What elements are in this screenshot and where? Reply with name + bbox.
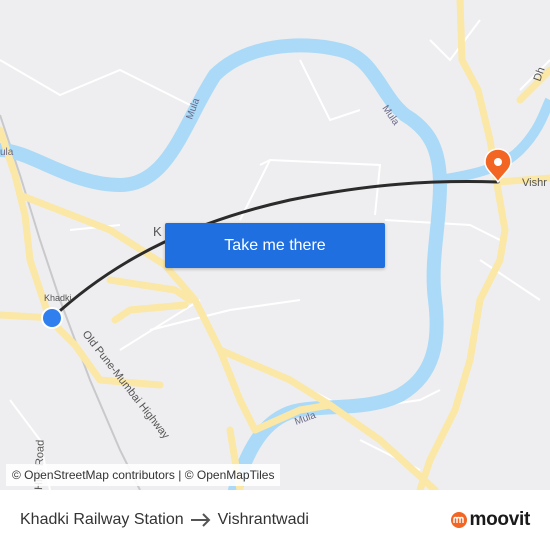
- map-view[interactable]: ula Mula Mula Mula Khadki K Old Pune-Mum…: [0, 0, 550, 490]
- map-attribution: © OpenStreetMap contributors | © OpenMap…: [6, 464, 281, 486]
- minor-road: [429, 19, 481, 62]
- footer-bar: Khadki Railway Station Vishrantwadi moov…: [0, 490, 550, 550]
- origin-name: Khadki Railway Station: [20, 511, 184, 528]
- route-summary: Khadki Railway Station Vishrantwadi: [20, 490, 309, 550]
- brand-name: moovit: [469, 509, 531, 530]
- river-label: ula: [0, 147, 14, 158]
- moovit-brand[interactable]: moovit: [450, 490, 530, 550]
- take-me-there-button[interactable]: Take me there: [165, 223, 385, 268]
- destination-pin-icon[interactable]: [484, 148, 512, 184]
- place-label: K: [153, 224, 162, 239]
- arrow-right-icon: [190, 513, 212, 527]
- attribution-separator: |: [174, 468, 185, 482]
- place-label: Khadki: [44, 293, 72, 303]
- road-label: Dh: [532, 66, 548, 83]
- minor-road: [299, 59, 361, 122]
- place-label: Vishr: [522, 177, 547, 189]
- osm-attribution-link[interactable]: © OpenStreetMap contributors: [12, 468, 175, 482]
- openmaptiles-attribution-link[interactable]: © OpenMapTiles: [185, 468, 275, 482]
- origin-marker[interactable]: [41, 307, 63, 329]
- destination-name: Vishrantwadi: [217, 511, 309, 528]
- moovit-logo-icon: [450, 512, 467, 528]
- major-road: [111, 301, 189, 324]
- minor-road: [0, 59, 201, 111]
